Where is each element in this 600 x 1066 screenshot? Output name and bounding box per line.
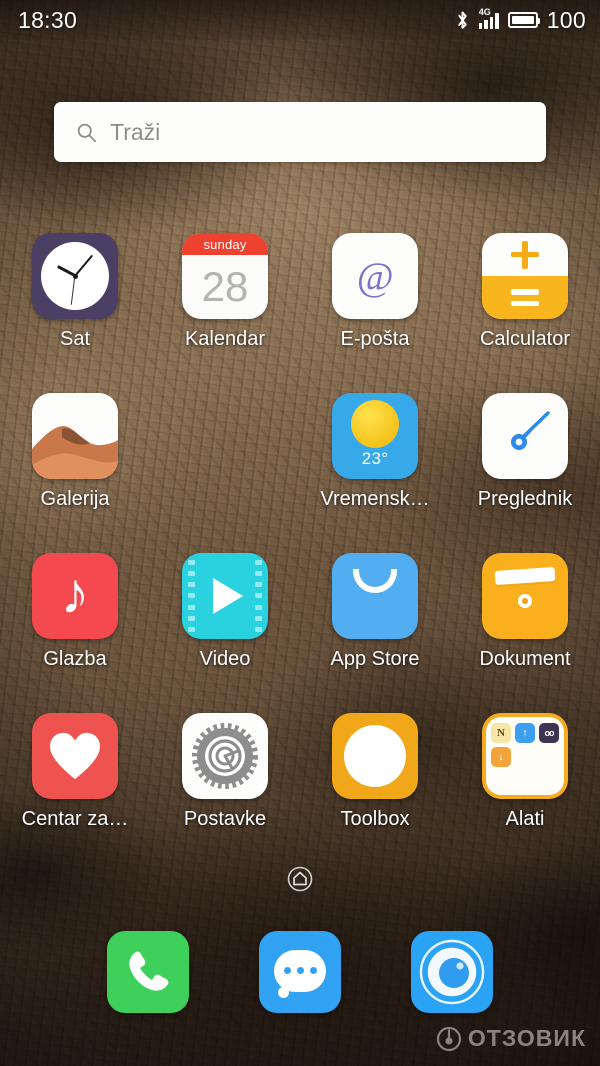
handset-shape: [129, 951, 169, 991]
compass-needle-icon: [511, 411, 550, 450]
clock-icon[interactable]: [32, 233, 118, 319]
eye-browser-icon[interactable]: [411, 931, 493, 1013]
gallery-icon[interactable]: [32, 393, 118, 479]
app-label: Galerija: [40, 488, 110, 510]
app-item-centar-za[interactable]: Centar za…: [0, 713, 150, 873]
app-row: Centar za… Postavke Toolbox N ↑ oo ↓ Ala…: [0, 713, 600, 873]
dunes-shape: [32, 426, 118, 479]
dock: [0, 928, 600, 1016]
app-item-eposta[interactable]: @ E-pošta: [300, 233, 450, 393]
app-item-glazba[interactable]: ♪ Glazba: [0, 553, 150, 713]
search-bar[interactable]: Traži: [54, 102, 546, 162]
phone-icon[interactable]: [107, 931, 189, 1013]
app-grid: Sat sunday 28 Kalendar @ E-pošta Calcula…: [0, 233, 600, 873]
app-item-dokument[interactable]: Dokument: [450, 553, 600, 713]
folder-mini-icon-2: ↑: [515, 723, 535, 743]
app-label: App Store: [330, 648, 420, 670]
app-label: Centar za…: [21, 808, 129, 830]
app-item-alati-folder[interactable]: N ↑ oo ↓ Alati: [450, 713, 600, 873]
app-item-video[interactable]: Video: [150, 553, 300, 713]
plus-icon: [511, 240, 539, 269]
calendar-weekday: sunday: [182, 233, 268, 255]
browser-icon[interactable]: [482, 393, 568, 479]
app-item-galerija[interactable]: Galerija: [0, 393, 150, 553]
toolbox-key-icon[interactable]: [332, 713, 418, 799]
signal-bars-icon: 4G: [478, 7, 499, 29]
app-store-icon[interactable]: [332, 553, 418, 639]
app-row: ♪ Glazba Video App Store Dokument: [0, 553, 600, 713]
settings-gear-icon[interactable]: [182, 713, 268, 799]
folder-mini-icon-4: ↓: [491, 747, 511, 767]
app-label: Preglednik: [477, 488, 573, 510]
folder-icon[interactable]: N ↑ oo ↓: [482, 713, 568, 799]
app-item-preglednik[interactable]: Preglednik: [450, 393, 600, 553]
app-item-calculator[interactable]: Calculator: [450, 233, 600, 393]
folder-mini-icon-3: oo: [539, 723, 559, 743]
calendar-icon[interactable]: sunday 28: [182, 233, 268, 319]
network-type-label: 4G: [478, 7, 491, 17]
search-input-placeholder[interactable]: Traži: [110, 119, 160, 146]
app-label: Video: [199, 648, 251, 670]
gear-shape: [192, 723, 258, 789]
app-label: Calculator: [479, 328, 571, 350]
speech-bubble-tail: [278, 987, 289, 998]
keyhole-circle: [344, 725, 406, 787]
app-item-vremenska[interactable]: 23° Vremensk…: [300, 393, 450, 553]
app-item-toolbox[interactable]: Toolbox: [300, 713, 450, 873]
folder-clasp-shape: [518, 594, 532, 608]
play-triangle-icon: [212, 578, 243, 614]
music-icon[interactable]: ♪: [32, 553, 118, 639]
battery-full-icon: [507, 12, 540, 28]
home-page-indicator-glyph: [287, 866, 313, 892]
weather-icon[interactable]: 23°: [332, 393, 418, 479]
messages-icon[interactable]: [259, 931, 341, 1013]
otzovik-logo-icon: [436, 1026, 461, 1051]
at-symbol: @: [356, 253, 394, 299]
concentric-eye-shape: [419, 939, 485, 1005]
folder-preview-grid: N ↑ oo ↓: [486, 717, 564, 795]
status-bar-clock: 18:30: [18, 6, 78, 33]
app-label: Toolbox: [340, 808, 410, 830]
app-label: Kalendar: [184, 328, 266, 350]
watermark: ОТЗОВИК: [436, 1025, 586, 1052]
bluetooth-icon: [458, 10, 467, 29]
app-label: Sat: [59, 328, 91, 350]
app-row: Sat sunday 28 Kalendar @ E-pošta Calcula…: [0, 233, 600, 393]
app-label: E-pošta: [340, 328, 410, 350]
calculator-icon[interactable]: [482, 233, 568, 319]
calendar-day: 28: [201, 263, 249, 310]
heart-shape: [50, 732, 100, 780]
film-perforations-right: [255, 560, 262, 632]
app-label: Dokument: [479, 648, 571, 670]
app-label: Postavke: [183, 808, 267, 830]
app-item-kalendar[interactable]: sunday 28 Kalendar: [150, 233, 300, 393]
health-icon[interactable]: [32, 713, 118, 799]
music-note-glyph: ♪: [60, 561, 90, 626]
folder-flap-shape: [494, 566, 556, 586]
app-item-sat[interactable]: Sat: [0, 233, 150, 393]
battery-percent-label: 100: [546, 6, 586, 33]
search-icon: [77, 123, 97, 142]
status-bar-indicators: 4G 100: [456, 7, 586, 34]
status-bar: 18:30 4G 100: [0, 0, 600, 40]
app-label: Alati: [505, 808, 545, 830]
mail-icon[interactable]: @: [332, 233, 418, 319]
speech-bubble-shape: [274, 949, 326, 992]
app-row: Galerija 23° Vremensk… Preglednik: [0, 393, 600, 553]
equals-icon: [511, 289, 539, 306]
film-perforations-left: [188, 560, 195, 632]
app-label: Glazba: [43, 648, 107, 670]
app-item-postavke[interactable]: Postavke: [150, 713, 300, 873]
video-icon[interactable]: [182, 553, 268, 639]
app-item-app-store[interactable]: App Store: [300, 553, 450, 713]
shopping-bag-handle-icon: [353, 569, 397, 593]
sun-icon: [351, 399, 399, 448]
document-icon[interactable]: [482, 553, 568, 639]
folder-mini-icon-1: N: [491, 723, 511, 743]
app-label: Vremensk…: [320, 488, 430, 510]
watermark-text: ОТЗОВИК: [467, 1025, 586, 1051]
weather-temperature: 23°: [361, 448, 389, 468]
home-page-indicator-icon[interactable]: [287, 866, 313, 892]
